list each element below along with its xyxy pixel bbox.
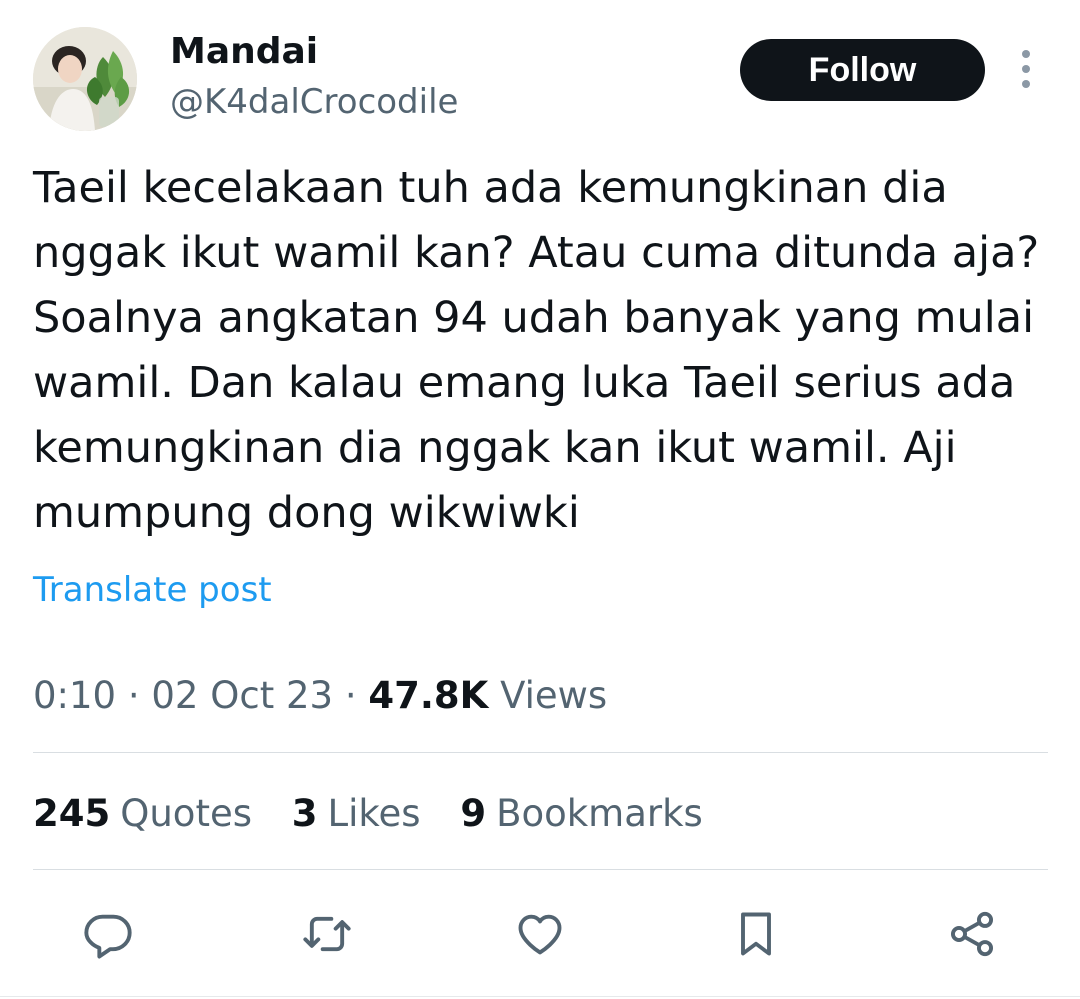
bookmarks-label: Bookmarks	[496, 792, 703, 835]
display-name[interactable]: Mandai	[170, 30, 318, 74]
tweet-detail: Mandai @K4dalCrocodile Follow Taeil kece…	[0, 0, 1080, 999]
bookmarks-count: 9	[460, 792, 487, 835]
engagement-stats: 245 Quotes 3 Likes 9 Bookmarks	[33, 791, 731, 837]
tweet-meta: 0:10 · 02 Oct 23 · 47.8K Views	[33, 673, 607, 719]
retweet-button[interactable]	[298, 905, 356, 963]
views-label: Views	[500, 674, 608, 717]
tweet-date[interactable]: 02 Oct 23	[151, 674, 333, 717]
bookmark-button[interactable]	[727, 905, 785, 963]
bookmark-icon	[741, 912, 771, 956]
dot	[1022, 50, 1030, 58]
divider	[33, 752, 1048, 753]
likes-stat[interactable]: 3 Likes	[292, 791, 421, 837]
tweet-time[interactable]: 0:10	[33, 674, 116, 717]
heart-icon	[518, 914, 562, 955]
meta-separator: ·	[344, 674, 357, 717]
tweet-text: Taeil kecelakaan tuh ada kemungkinan dia…	[33, 163, 1040, 538]
translate-post-link[interactable]: Translate post	[33, 568, 272, 612]
quotes-label: Quotes	[120, 792, 252, 835]
profile-photo	[33, 27, 137, 131]
avatar[interactable]	[33, 27, 137, 131]
dot	[1022, 65, 1030, 73]
retweet-icon	[303, 916, 351, 952]
likes-label: Likes	[327, 792, 421, 835]
bookmarks-stat[interactable]: 9 Bookmarks	[460, 791, 702, 837]
share-icon	[950, 911, 994, 957]
like-button[interactable]	[511, 905, 569, 963]
views-count: 47.8K	[368, 674, 489, 717]
meta-separator: ·	[127, 674, 140, 717]
more-vertical-icon[interactable]	[1011, 50, 1041, 88]
reply-button[interactable]	[79, 905, 137, 963]
share-button[interactable]	[943, 905, 1001, 963]
handle[interactable]: @K4dalCrocodile	[170, 80, 458, 124]
follow-button[interactable]: Follow	[740, 39, 985, 101]
divider	[33, 869, 1048, 870]
quotes-count: 245	[33, 792, 111, 835]
quotes-stat[interactable]: 245 Quotes	[33, 791, 252, 837]
likes-count: 3	[291, 792, 318, 835]
dot	[1022, 80, 1030, 88]
reply-icon	[84, 914, 132, 959]
bottom-divider	[0, 996, 1080, 997]
